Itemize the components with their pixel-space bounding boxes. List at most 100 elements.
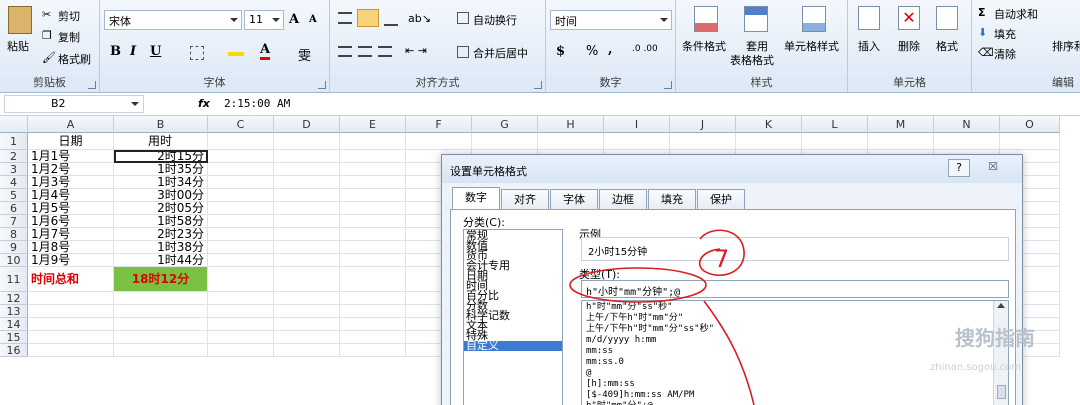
font-name-combo[interactable]: 宋体 [104,10,242,30]
tab-2[interactable]: 字体 [550,189,598,209]
format-painter-icon[interactable]: 🖌 [42,51,56,64]
italic-button[interactable]: I [130,44,136,59]
align-top-icon[interactable] [338,12,352,24]
fill-icon[interactable]: ⬇ [978,26,987,39]
cell-b9[interactable]: 1时38分 [114,241,208,254]
format-list-scrollbar[interactable] [993,301,1008,405]
cell-e14[interactable] [340,318,406,331]
cell-e7[interactable] [340,215,406,228]
cell-c1[interactable] [208,133,274,150]
cell-d12[interactable] [274,292,340,305]
format-button[interactable]: 格式 [936,38,958,54]
row-header-3[interactable]: 3 [0,163,28,176]
row-header-11[interactable]: 11 [0,267,28,292]
cell-b4[interactable]: 1时34分 [114,176,208,189]
row-header-13[interactable]: 13 [0,305,28,318]
bold-button[interactable]: B [110,44,121,59]
cell-e10[interactable] [340,254,406,267]
cell-c2[interactable] [208,150,274,163]
cell-e13[interactable] [340,305,406,318]
cell-a16[interactable] [28,344,114,357]
wrap-text-icon[interactable] [457,12,469,24]
number-format-combo[interactable]: 时间 [550,10,672,30]
clear-icon[interactable]: ⌫ [978,46,994,59]
select-all-corner[interactable] [0,116,28,133]
column-header-o[interactable]: O [1000,116,1060,133]
insert-icon[interactable] [858,6,880,30]
help-button[interactable]: ? [948,159,970,177]
align-middle-icon[interactable] [357,9,379,27]
cut-button[interactable]: 剪切 [58,8,80,24]
conditional-format-button[interactable]: 条件格式 [682,38,726,54]
merge-icon[interactable] [457,46,469,58]
cell-c14[interactable] [208,318,274,331]
cell-a2[interactable]: 1月1号 [28,150,114,163]
column-header-m[interactable]: M [868,116,934,133]
row-header-14[interactable]: 14 [0,318,28,331]
row-header-8[interactable]: 8 [0,228,28,241]
cell-b16[interactable] [114,344,208,357]
cell-b13[interactable] [114,305,208,318]
cell-d14[interactable] [274,318,340,331]
cell-d3[interactable] [274,163,340,176]
column-header-l[interactable]: L [802,116,868,133]
cell-b3[interactable]: 1时35分 [114,163,208,176]
clear-button[interactable]: 清除 [994,46,1016,62]
cell-h1[interactable] [538,133,604,150]
underline-button[interactable]: U [150,44,161,59]
comma-button[interactable]: , [608,42,613,57]
autosum-icon[interactable]: Σ [978,6,986,19]
cell-d9[interactable] [274,241,340,254]
cell-d6[interactable] [274,202,340,215]
cell-e5[interactable] [340,189,406,202]
align-left-icon[interactable] [338,46,352,57]
table-format-icon[interactable] [744,6,768,32]
format-painter-button[interactable]: 格式刷 [58,51,91,67]
cell-a7[interactable]: 1月6号 [28,215,114,228]
align-center-icon[interactable] [358,46,372,57]
cell-c3[interactable] [208,163,274,176]
row-header-5[interactable]: 5 [0,189,28,202]
font-size-combo[interactable]: 11 [244,10,284,30]
column-header-n[interactable]: N [934,116,1000,133]
chevron-down-icon[interactable] [131,102,139,106]
cell-b6[interactable]: 2时05分 [114,202,208,215]
format-item[interactable]: h"时"mm"分"ss"秒" [582,302,1008,313]
row-header-16[interactable]: 16 [0,344,28,357]
format-item[interactable]: m/d/yyyy h:mm [582,335,1008,346]
row-header-9[interactable]: 9 [0,241,28,254]
column-header-k[interactable]: K [736,116,802,133]
delete-button[interactable]: 删除 [898,38,920,54]
row-header-2[interactable]: 2 [0,150,28,163]
cell-a6[interactable]: 1月5号 [28,202,114,215]
tab-1[interactable]: 对齐 [501,189,549,209]
cell-b2[interactable]: 2时15分 [114,150,208,163]
row-header-1[interactable]: 1 [0,133,28,150]
paste-icon[interactable] [8,6,32,34]
copy-button[interactable]: 复制 [58,29,80,45]
name-box[interactable]: B2 [4,95,144,113]
grow-font-button[interactable]: A [289,12,299,27]
format-icon[interactable] [936,6,958,30]
column-header-g[interactable]: G [472,116,538,133]
column-header-b[interactable]: B [114,116,208,133]
cell-e9[interactable] [340,241,406,254]
cell-e3[interactable] [340,163,406,176]
font-launcher-icon[interactable] [318,81,326,89]
font-color-button[interactable]: A [260,42,271,60]
function-icon[interactable]: fx [198,97,210,110]
cell-j1[interactable] [670,133,736,150]
shrink-font-button[interactable]: A [309,14,317,25]
cell-c16[interactable] [208,344,274,357]
column-header-j[interactable]: J [670,116,736,133]
cell-c8[interactable] [208,228,274,241]
cell-m1[interactable] [868,133,934,150]
cell-c11[interactable] [208,267,274,292]
indent-icon[interactable]: ⇤ ⇥ [405,44,427,57]
cell-n1[interactable] [934,133,1000,150]
cell-i1[interactable] [604,133,670,150]
cell-k1[interactable] [736,133,802,150]
row-header-6[interactable]: 6 [0,202,28,215]
cell-e1[interactable] [340,133,406,150]
scroll-up-icon[interactable] [997,303,1005,308]
